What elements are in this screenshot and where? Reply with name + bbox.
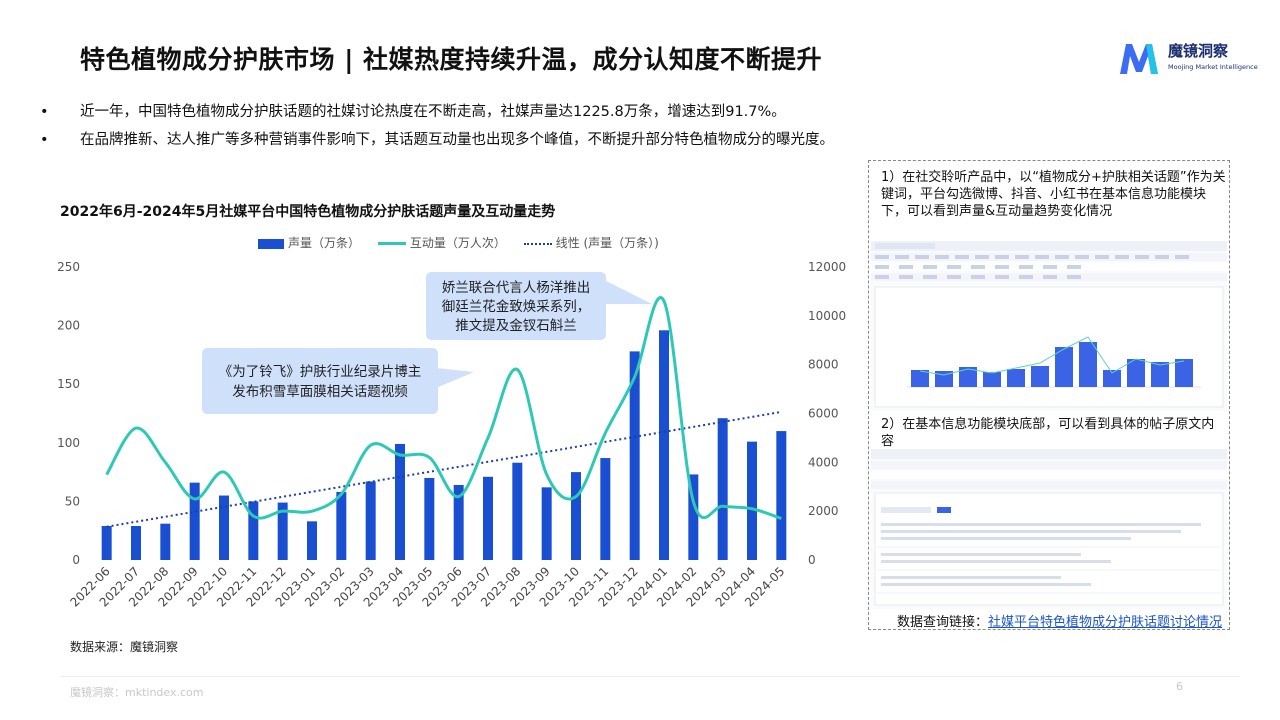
screenshot-trend-image bbox=[871, 241, 1227, 408]
page-number: 6 bbox=[1176, 680, 1183, 693]
bar-volume bbox=[365, 481, 376, 560]
annotation-bubble bbox=[202, 348, 474, 414]
y-right-tick-label: 4000 bbox=[808, 455, 839, 469]
bar-volume bbox=[424, 477, 435, 560]
y-left-tick-label: 150 bbox=[57, 377, 80, 391]
bar-volume bbox=[307, 521, 317, 560]
query-link[interactable]: 社媒平台特色植物成分护肤话题讨论情况 bbox=[988, 615, 1222, 630]
y-left-tick-label: 250 bbox=[57, 260, 80, 274]
chart-title: 2022年6月-2024年5月社媒平台中国特色植物成分护肤话题声量及互动量走势 bbox=[60, 204, 556, 220]
annotation-text: 娇兰联合代言人杨洋推出 bbox=[442, 280, 591, 296]
bar-volume bbox=[747, 441, 757, 560]
bar-volume bbox=[571, 472, 581, 560]
bullet-text: 在品牌推新、达人推广等多种营销事件影响下，其话题互动量也出现多个峰值，不断提升部… bbox=[80, 132, 834, 148]
bar-volume bbox=[131, 526, 141, 560]
legend-item-volume: 声量（万条） bbox=[258, 234, 360, 251]
bullet-dot: • bbox=[40, 104, 49, 120]
logo-name: 魔镜洞察 bbox=[1168, 42, 1229, 60]
page-title: 特色植物成分护肤市场 | 社媒热度持续升温，成分认知度不断提升 bbox=[80, 45, 823, 74]
bar-volume bbox=[600, 458, 611, 560]
legend-item-interaction: 互动量（万人次） bbox=[377, 234, 506, 251]
bar-volume bbox=[483, 476, 493, 560]
footer-text: 魔镜洞察：mktindex.com bbox=[70, 686, 204, 699]
annotation-text: 御廷兰花金致焕采系列， bbox=[442, 299, 591, 315]
y-right-tick-label: 10000 bbox=[808, 309, 846, 323]
logo-subtitle: Moojing Market Intelligence bbox=[1168, 63, 1258, 71]
legend-item-trend: 线性 (声量（万条）) bbox=[523, 234, 659, 251]
bullet-dot: • bbox=[40, 132, 49, 148]
y-left-tick-label: 100 bbox=[57, 436, 80, 450]
bullet-item: • 近一年，中国特色植物成分护肤话题的社媒讨论热度在不断走高，社媒声量达1225… bbox=[40, 98, 834, 126]
y-right-tick-label: 2000 bbox=[808, 504, 839, 518]
bar-volume bbox=[189, 482, 200, 560]
bar-volume bbox=[160, 523, 171, 560]
moojing-logo-icon bbox=[1120, 44, 1158, 74]
y-left-tick-label: 50 bbox=[65, 494, 80, 508]
footer-divider bbox=[60, 676, 1240, 677]
instruction-panel: 1）在社交聆听产品中，以“植物成分+护肤相关话题”作为关键词，平台勾选微博、抖音… bbox=[868, 160, 1230, 630]
y-right-tick-label: 6000 bbox=[808, 407, 839, 421]
bar-volume bbox=[336, 492, 347, 560]
legend-swatch-line bbox=[377, 242, 406, 245]
y-right-tick-label: 0 bbox=[808, 553, 816, 567]
panel-step-1: 1）在社交聆听产品中，以“植物成分+护肤相关话题”作为关键词，平台勾选微博、抖音… bbox=[881, 170, 1226, 219]
bar-volume bbox=[541, 487, 552, 560]
annotation-text: 发布积雪草面膜相关话题视频 bbox=[232, 384, 408, 400]
trendline-volume bbox=[106, 410, 782, 528]
volume-interaction-chart: 0 50 100 150 200 250 0 2000 4000 6000 8000 10000 120… bbox=[57, 260, 846, 610]
query-link-row: 数据查询链接：社媒平台特色植物成分护肤话题讨论情况 bbox=[897, 611, 1222, 630]
y-left-tick-label: 0 bbox=[72, 553, 80, 567]
bar-volume bbox=[101, 526, 112, 560]
bar-volume bbox=[219, 495, 229, 560]
annotation-text: 《为了铃飞》护肤行业纪录片博主 bbox=[219, 363, 422, 380]
bar-volume bbox=[395, 443, 405, 560]
brand-logo: 魔镜洞察 Moojing Market Intelligence bbox=[1118, 40, 1258, 76]
chart-legend: 声量（万条） 互动量（万人次） 线性 (声量（万条）) bbox=[258, 234, 673, 251]
data-source: 数据来源：魔镜洞察 bbox=[70, 640, 179, 654]
screenshot-posts-image bbox=[871, 449, 1227, 606]
bar-volume bbox=[512, 462, 523, 560]
y-left-tick-label: 200 bbox=[57, 319, 80, 333]
bullet-text: 近一年，中国特色植物成分护肤话题的社媒讨论热度在不断走高，社媒声量达1225.8… bbox=[80, 104, 786, 120]
product-screenshot-posts bbox=[871, 449, 1227, 609]
bar-volume bbox=[659, 330, 669, 560]
bar-volume bbox=[776, 431, 787, 560]
bar-volume bbox=[717, 418, 728, 560]
legend-swatch-bar bbox=[258, 238, 284, 249]
summary-bullets: • 近一年，中国特色植物成分护肤话题的社媒讨论热度在不断走高，社媒声量达1225… bbox=[40, 98, 834, 154]
product-screenshot-trend bbox=[871, 241, 1227, 411]
legend-swatch-trend bbox=[523, 242, 552, 245]
query-link-label: 数据查询链接： bbox=[897, 615, 989, 630]
bullet-item: • 在品牌推新、达人推广等多种营销事件影响下，其话题互动量也出现多个峰值，不断提… bbox=[40, 126, 834, 154]
annotation-text: 推文提及金钗石斛兰 bbox=[455, 318, 577, 334]
y-right-tick-label: 12000 bbox=[808, 260, 846, 274]
y-right-tick-label: 8000 bbox=[808, 358, 839, 372]
panel-step-2: 2）在基本信息功能模块底部，可以看到具体的帖子原文内容 bbox=[881, 417, 1215, 449]
